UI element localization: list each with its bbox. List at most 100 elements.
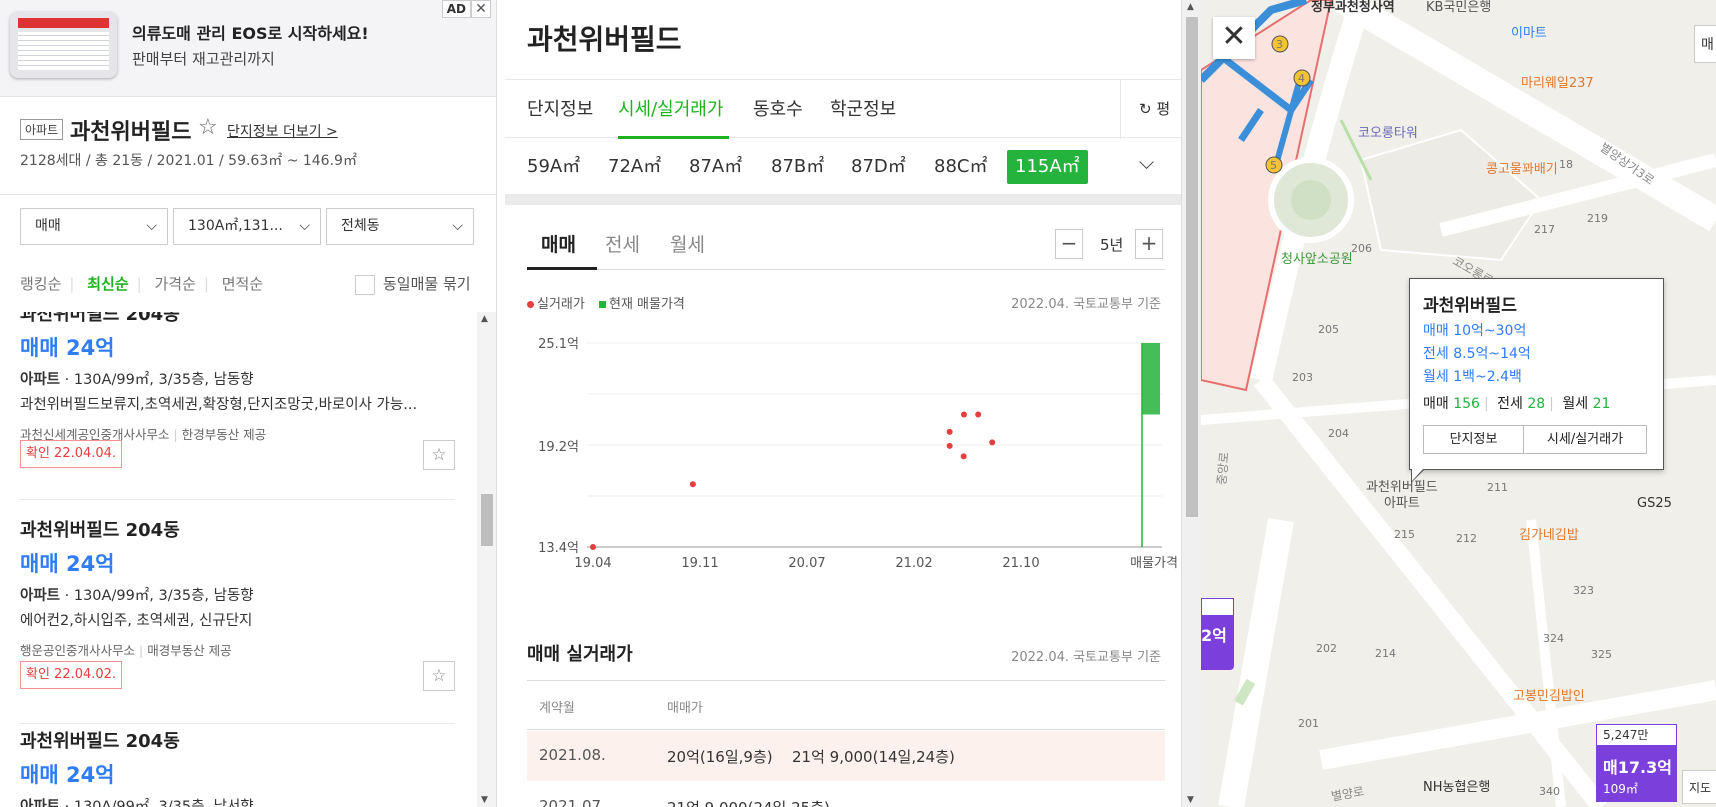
star-icon[interactable]: ☆ <box>423 440 455 470</box>
map-view[interactable]: 3 4 5 정부과천청사역 KB국민은행 이마트 마리웨일237 코오롱타워 콩… <box>1201 0 1716 807</box>
popup-counts: 매매 156 | 전세 28 | 월세 21 <box>1423 396 1611 412</box>
listing-desc: 과천위버필드보류지,초역세권,확장형,단지조망굿,바로이사 가능... <box>20 397 418 413</box>
tab-sale[interactable]: 매매 <box>541 230 576 257</box>
list-item[interactable]: 과천위버필드 204동 매매 24억 아파트 · 130A/99㎡, 3/35층… <box>20 312 455 500</box>
chevron-down-icon: ⌵ <box>452 218 463 234</box>
chart-legend: 실거래가 현재 매물가격 <box>527 293 685 312</box>
map-label-bean: 콩고물꽈배기 <box>1486 162 1558 177</box>
block-number: 340 <box>1539 785 1560 798</box>
sort-latest[interactable]: 최신순 <box>87 275 128 293</box>
scroll-down-arrow-icon[interactable]: ▼ <box>481 795 488 805</box>
listing-scrollbar[interactable]: ▲ ▼ <box>477 312 496 807</box>
scroll-up-arrow-icon[interactable]: ▲ <box>481 314 488 324</box>
list-item[interactable]: 과천위버필드 204동 매매 24억 아파트 · 130A/99㎡, 3/35층… <box>20 727 455 807</box>
table-row: 2021.08. 20억(16일,9층) 21억 9,000(14일,24층) <box>527 731 1165 781</box>
ad-title[interactable]: 의류도매 관리 EOS로 시작하세요! <box>132 20 369 44</box>
map-label-emart: 이마트 <box>1511 26 1547 41</box>
block-number: 323 <box>1573 584 1594 597</box>
row-price-1: 20억(16일,9층) <box>667 748 773 766</box>
listing-price: 매매 24억 <box>20 552 115 576</box>
popup-price-button[interactable]: 시세/실거래가 <box>1523 425 1647 454</box>
group-label: 동일매물 묶기 <box>383 275 471 293</box>
map-side-button[interactable]: 매 <box>1694 25 1716 63</box>
scroll-up-arrow-icon[interactable]: ▲ <box>1187 2 1194 12</box>
map-label-station: 정부과천청사역 <box>1311 0 1395 15</box>
chevron-down-icon: ⌵ <box>299 218 310 234</box>
tab-complex-info[interactable]: 단지정보 <box>527 95 593 121</box>
block-number: 324 <box>1543 632 1564 645</box>
period-minus-button[interactable]: − <box>1055 229 1083 259</box>
col-price: 매매가 <box>667 701 703 716</box>
sort-area[interactable]: 면적순 <box>222 275 263 293</box>
ad-thumbnail <box>10 12 117 78</box>
popup-jeonse-range: 전세 8.5억~14억 <box>1423 346 1531 362</box>
area-chip[interactable]: 72A㎡ <box>600 150 669 184</box>
area-select[interactable]: 130A㎡,131... ⌵ <box>173 208 321 245</box>
star-icon[interactable]: ☆ <box>423 661 455 691</box>
ad-close-button[interactable]: ✕ <box>471 0 491 18</box>
chevron-down-icon[interactable]: ⌵ <box>1139 150 1154 174</box>
listing-agency: 행운공인중개사사무소 | 매경부동산 제공 <box>20 643 232 658</box>
ad-banner[interactable]: 의류도매 관리 EOS로 시작하세요! 판매부터 재고관리까지 AD ✕ <box>0 0 496 97</box>
period-plus-button[interactable]: + <box>1135 229 1163 259</box>
history-table-header: 계약월 매매가 <box>527 680 1165 730</box>
favorite-star-icon[interactable]: ☆ <box>198 115 218 140</box>
map-label-bakery: 고봉민김밥인 <box>1513 689 1585 704</box>
area-chip[interactable]: 87B㎡ <box>763 150 832 184</box>
list-item[interactable]: 과천위버필드 204동 매매 24억 아파트 · 130A/99㎡, 3/35층… <box>20 516 455 724</box>
listing-price: 매매 24억 <box>20 336 115 360</box>
complex-header: 아파트 과천위버필드 ☆ 단지정보 더보기 > 2128세대 / 총 21동 /… <box>0 97 496 195</box>
area-chip[interactable]: 59A㎡ <box>519 150 588 184</box>
map-close-button[interactable]: ✕ <box>1213 17 1255 59</box>
subway-exit-3: 3 <box>1276 38 1283 51</box>
tab-monthly[interactable]: 월세 <box>670 230 705 257</box>
detail-panel: 과천위버필드 단지정보 시세/실거래가 동호수 학군정보 ↻ 평 59A㎡ 72… <box>505 0 1181 807</box>
dong-select[interactable]: 전체동 ⌵ <box>326 208 474 245</box>
actual-price-point <box>989 439 996 446</box>
col-month: 계약월 <box>539 701 575 716</box>
price-marker[interactable]: 2억 <box>1201 598 1234 670</box>
legend-actual: 실거래가 <box>537 297 585 312</box>
area-chips: 59A㎡ 72A㎡ 87A㎡ 87B㎡ 87D㎡ 88C㎡ 115A㎡ ⌵ <box>505 138 1181 195</box>
actual-price-point <box>975 411 982 418</box>
area-chip[interactable]: 87A㎡ <box>681 150 750 184</box>
tab-price[interactable]: 시세/실거래가 <box>618 95 723 121</box>
unit-toggle-button[interactable]: ↻ 평 <box>1120 80 1181 139</box>
deal-type-value: 매매 <box>35 218 61 234</box>
chevron-down-icon: ⌵ <box>146 218 157 234</box>
scrollbar-thumb[interactable] <box>481 494 493 546</box>
complex-popup: 과천위버필드 매매 10억~30억 전세 8.5억~14억 월세 1백~2.4백… <box>1409 278 1664 483</box>
scroll-down-arrow-icon[interactable]: ▼ <box>1187 795 1194 805</box>
tab-jeonse[interactable]: 전세 <box>605 230 640 257</box>
area-chip-active[interactable]: 115A㎡ <box>1007 150 1088 184</box>
complex-meta: 2128세대 / 총 21동 / 2021.01 / 59.63㎡ ~ 146.… <box>20 153 357 169</box>
table-row: 2021.07. 21억 9,000(24일,25층) <box>527 782 1165 807</box>
map-label-kb: KB국민은행 <box>1426 0 1492 15</box>
popup-complex-info-button[interactable]: 단지정보 <box>1423 425 1524 454</box>
actual-price-point <box>689 481 696 488</box>
tab-school[interactable]: 학군정보 <box>830 95 896 121</box>
sort-price[interactable]: 가격순 <box>155 275 196 293</box>
tab-units[interactable]: 동호수 <box>753 95 803 121</box>
area-chip[interactable]: 88C㎡ <box>926 150 995 184</box>
group-same-listings-checkbox[interactable]: 동일매물 묶기 <box>355 273 471 295</box>
popup-title: 과천위버필드 <box>1423 296 1517 316</box>
map-label-park: 청사앞소공원 <box>1281 252 1353 267</box>
area-chip[interactable]: 87D㎡ <box>843 150 914 184</box>
scrollbar-thumb[interactable] <box>1186 17 1198 517</box>
listing-spec: 아파트 · 130A/99㎡, 3/35층, 남서향 <box>20 795 455 807</box>
chart-y-tick-label: 25.1억 <box>538 337 579 352</box>
listing-spec: 아파트 · 130A/99㎡, 3/35층, 남동향 <box>20 372 254 388</box>
complex-info-more-link[interactable]: 단지정보 더보기 > <box>227 121 338 141</box>
checkbox-box[interactable] <box>355 274 375 295</box>
map-bottom-button[interactable]: 지도 <box>1682 770 1716 804</box>
ad-badge: AD <box>441 0 471 18</box>
price-marker[interactable]: 5,247만 매17.3억 109㎡ <box>1596 724 1677 802</box>
type-badge: 아파트 <box>20 119 64 140</box>
detail-tabs: 단지정보 시세/실거래가 동호수 학군정보 ↻ 평 <box>505 79 1181 139</box>
block-number: 201 <box>1298 717 1319 730</box>
deal-type-select[interactable]: 매매 ⌵ <box>20 208 168 245</box>
detail-scrollbar[interactable]: ▲ ▼ <box>1181 0 1201 807</box>
sort-ranking[interactable]: 랭킹순 <box>20 275 61 293</box>
price-marker-price: 2억 <box>1201 626 1227 645</box>
